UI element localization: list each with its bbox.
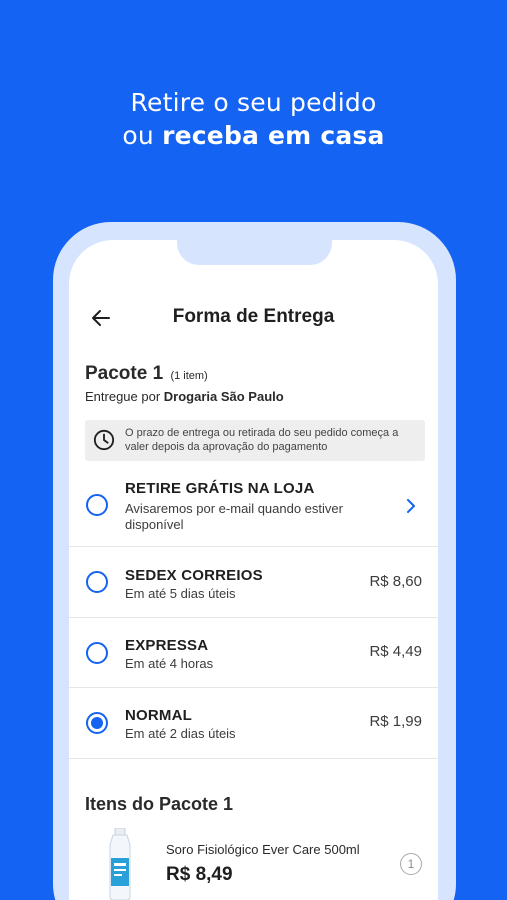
option-title: NORMAL bbox=[125, 707, 193, 724]
radio-button[interactable] bbox=[86, 494, 108, 516]
option-title: RETIRE GRÁTIS NA LOJA bbox=[125, 480, 315, 497]
option-subtitle: Em até 4 horas bbox=[125, 656, 214, 671]
notice-text: O prazo de entrega ou retirada do seu pe… bbox=[125, 427, 399, 453]
option-subtitle: Em até 2 dias úteis bbox=[125, 726, 236, 741]
headline-line-1: Retire o seu pedido bbox=[130, 88, 377, 117]
product-price: R$ 8,49 bbox=[166, 864, 233, 885]
option-title: SEDEX CORREIOS bbox=[125, 567, 263, 584]
headline-line-2-bold: receba em casa bbox=[162, 121, 385, 150]
package-item-count: (1 item) bbox=[170, 370, 208, 382]
option-subtitle: Avisaremos por e-mail quando estiver dis… bbox=[125, 501, 343, 532]
option-price: R$ 4,49 bbox=[369, 643, 422, 660]
option-subtitle: Em até 5 dias úteis bbox=[125, 586, 236, 601]
delivery-option-expressa[interactable]: EXPRESSA Em até 4 horas R$ 4,49 bbox=[69, 618, 438, 688]
radio-button[interactable] bbox=[86, 571, 108, 593]
phone-screen: Forma de Entrega Pacote 1 (1 item) Entre… bbox=[69, 240, 438, 900]
clock-icon bbox=[93, 429, 115, 451]
delivery-notice: O prazo de entrega ou retirada do seu pe… bbox=[85, 420, 425, 461]
delivery-option-pickup[interactable]: RETIRE GRÁTIS NA LOJA Avisaremos por e-m… bbox=[69, 466, 438, 547]
option-price: R$ 1,99 bbox=[369, 713, 422, 730]
items-section-title: Itens do Pacote 1 bbox=[85, 794, 234, 814]
radio-button-selected[interactable] bbox=[86, 712, 108, 734]
option-price: R$ 8,60 bbox=[369, 573, 422, 590]
phone-notch bbox=[177, 222, 332, 265]
quantity-badge: 1 bbox=[400, 853, 422, 875]
product-image bbox=[109, 828, 131, 900]
delivery-option-sedex[interactable]: SEDEX CORREIOS Em até 5 dias úteis R$ 8,… bbox=[69, 547, 438, 618]
headline-line-2: ou receba em casa bbox=[0, 119, 507, 152]
package-seller: Entregue por Drogaria São Paulo bbox=[85, 389, 284, 404]
headline-line-2-prefix: ou bbox=[122, 121, 163, 150]
package-name: Pacote 1 bbox=[85, 363, 164, 384]
seller-prefix: Entregue por bbox=[85, 389, 164, 404]
package-title: Pacote 1 (1 item) bbox=[85, 363, 208, 385]
product-name: Soro Fisiológico Ever Care 500ml bbox=[166, 842, 360, 857]
top-bar: Forma de Entrega bbox=[69, 298, 438, 338]
option-title: EXPRESSA bbox=[125, 637, 209, 654]
page-title: Forma de Entrega bbox=[172, 306, 335, 327]
radio-button[interactable] bbox=[86, 642, 108, 664]
promo-headline: Retire o seu pedido ou receba em casa bbox=[0, 86, 507, 152]
seller-name: Drogaria São Paulo bbox=[163, 389, 284, 404]
delivery-option-normal[interactable]: NORMAL Em até 2 dias úteis R$ 1,99 bbox=[69, 688, 438, 759]
chevron-right-icon[interactable] bbox=[404, 499, 418, 513]
